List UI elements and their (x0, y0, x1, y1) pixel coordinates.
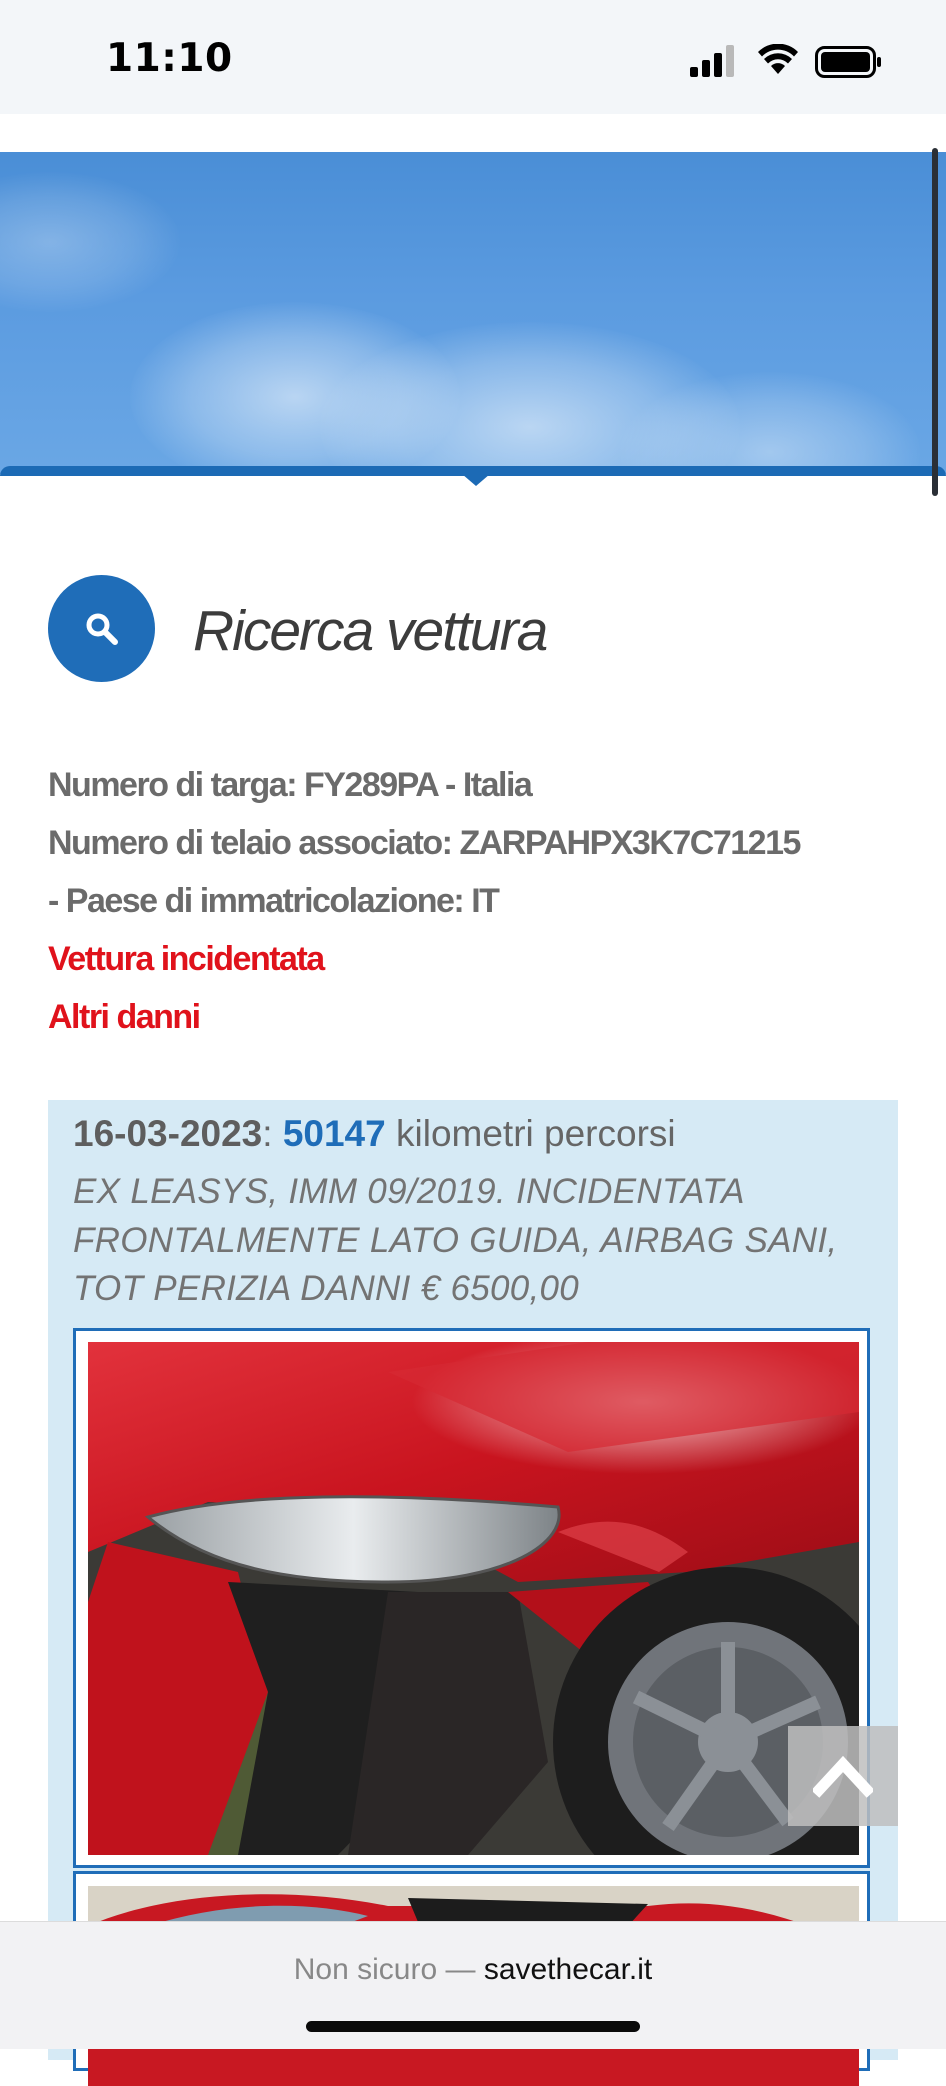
browser-address-bar[interactable]: Non sicuro — savethecar.it (0, 1921, 946, 2049)
record-date: 16-03-2023 (73, 1113, 263, 1154)
record-header: 16-03-2023: 50147 kilometri percorsi (73, 1113, 676, 1155)
status-bar: 11:10 (0, 0, 946, 114)
history-record-card: 16-03-2023: 50147 kilometri percorsi EX … (48, 1100, 898, 2086)
signal-icon (690, 45, 734, 77)
vin-info: Numero di telaio associato: ZARPAHPX3K7C… (48, 824, 801, 862)
url-host: savethecar.it (483, 1953, 653, 1986)
page-title: Ricerca vettura (193, 599, 548, 663)
battery-icon (815, 46, 881, 78)
alert-accident: Vettura incidentata (48, 940, 325, 978)
chevron-up-icon (813, 1755, 873, 1798)
page-scrollbar[interactable] (932, 148, 938, 496)
search-icon (86, 613, 118, 645)
plate-info: Numero di targa: FY289PA - Italia (48, 766, 533, 804)
security-label: Non sicuro — (293, 1953, 476, 1986)
wifi-icon (758, 44, 798, 74)
search-button[interactable] (48, 575, 155, 682)
scroll-to-top-button[interactable] (788, 1726, 898, 1826)
url-line[interactable]: Non sicuro — savethecar.it (0, 1953, 946, 1987)
record-km: 50147 (282, 1113, 386, 1154)
record-separator: : (262, 1113, 273, 1154)
alert-other-damage: Altri danni (48, 998, 201, 1036)
damage-photo-image (88, 1342, 859, 1855)
record-description: EX LEASYS, IMM 09/2019. INCIDENTATA FRON… (73, 1172, 838, 1308)
damage-photo-1[interactable] (73, 1328, 870, 1868)
country-info: - Paese di immatricolazione: IT (48, 882, 500, 920)
home-indicator[interactable] (306, 2021, 640, 2032)
record-km-suffix: kilometri percorsi (396, 1113, 676, 1154)
hero-notch (462, 474, 490, 486)
status-time: 11:10 (106, 36, 233, 81)
hero-banner (0, 152, 946, 474)
